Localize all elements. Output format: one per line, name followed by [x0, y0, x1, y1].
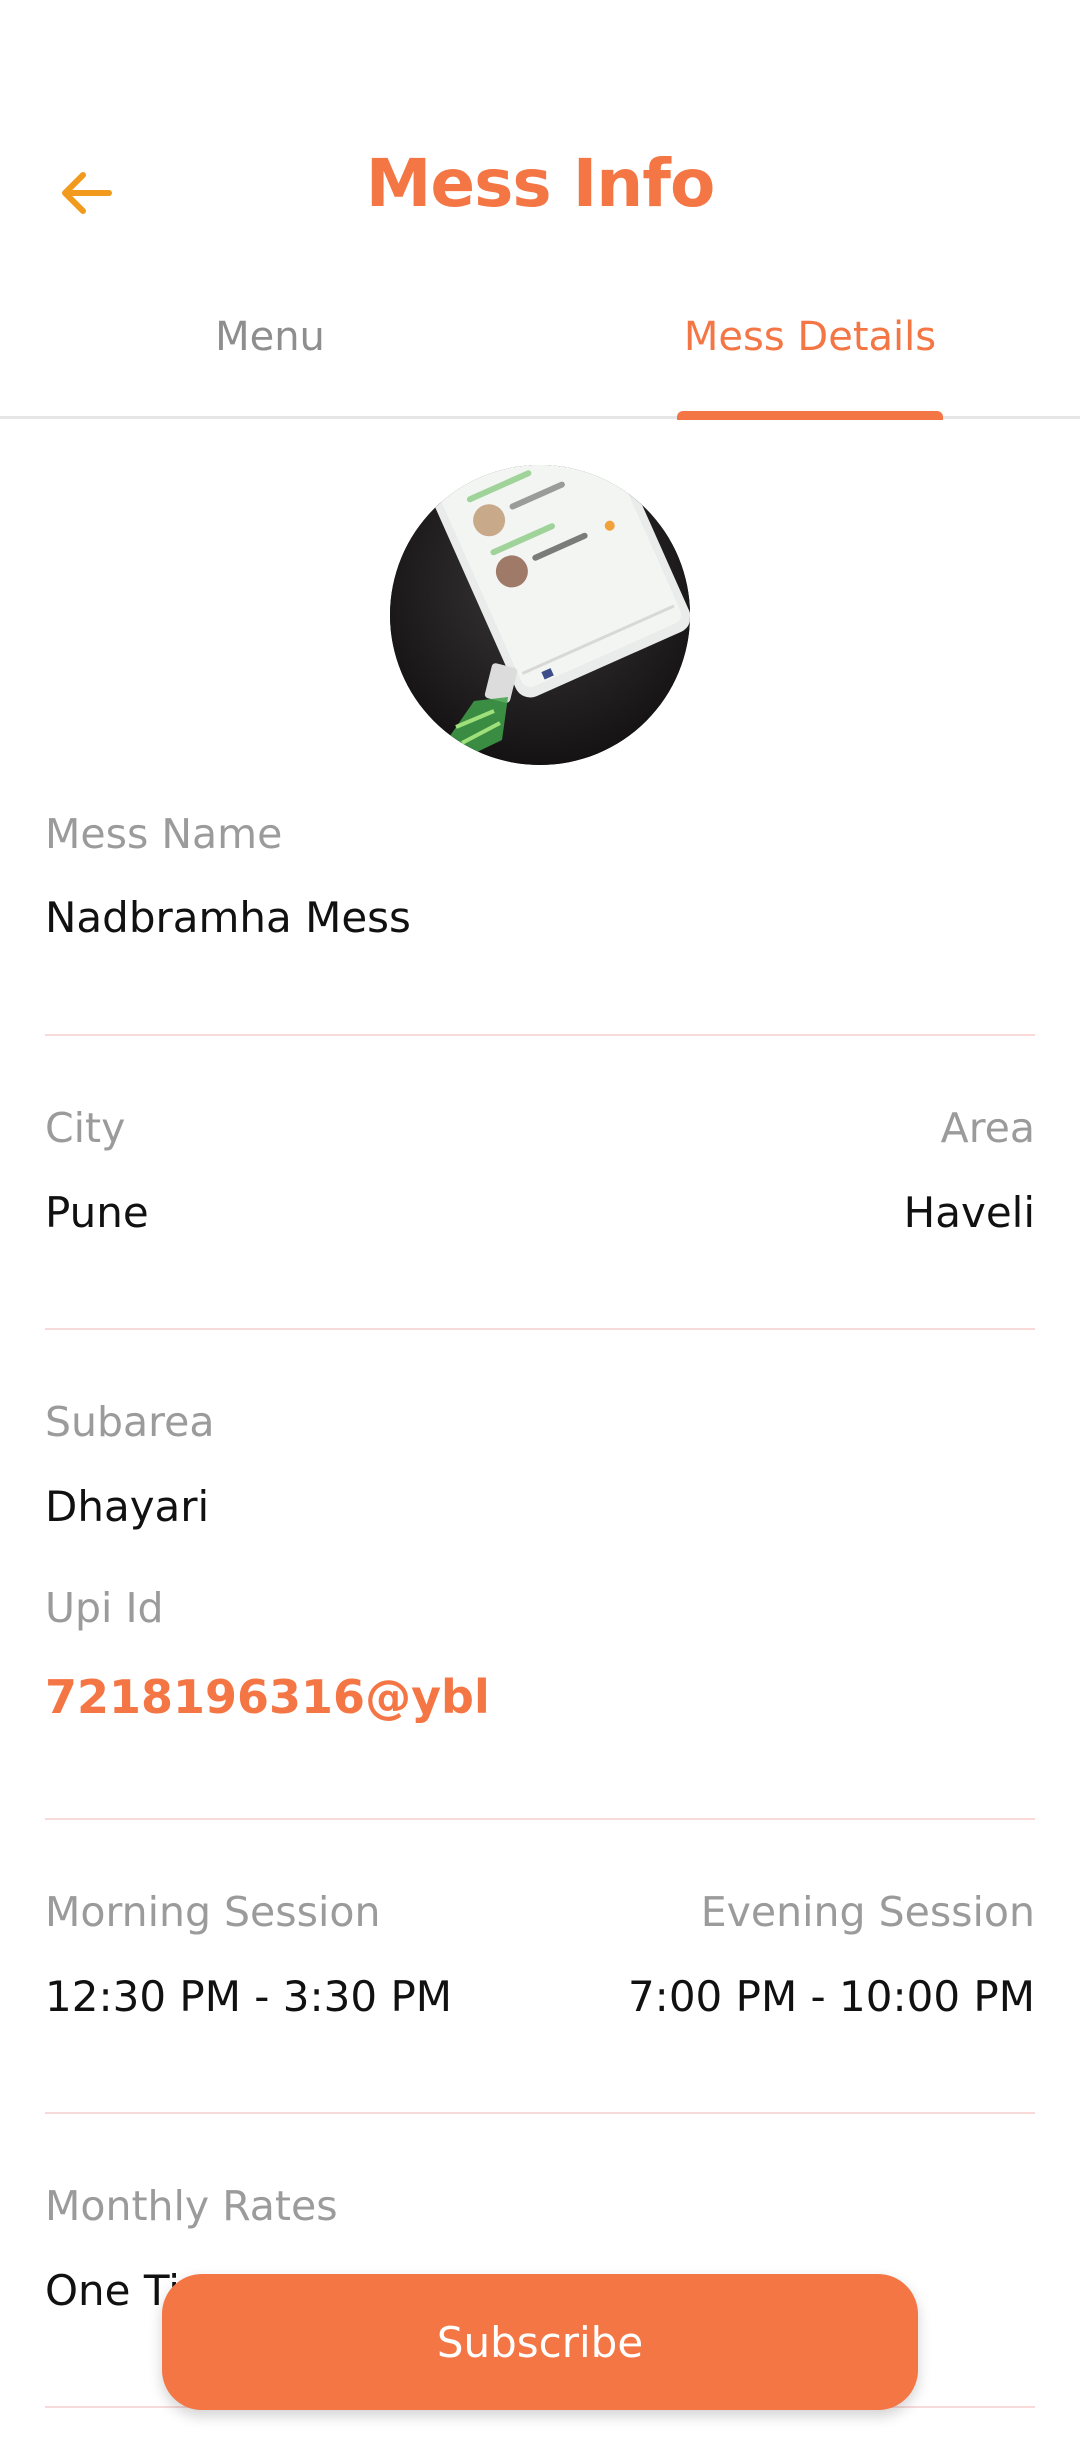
tab-bar: Menu Mess Details [0, 300, 1080, 420]
mess-photo [390, 465, 690, 765]
page-title: Mess Info [365, 145, 716, 222]
subarea-value: Dhayari [45, 1482, 210, 1531]
mess-photo-image [390, 465, 690, 765]
divider [45, 2112, 1035, 2114]
tab-mess-details[interactable]: Mess Details [540, 300, 1080, 420]
subarea-label: Subarea [45, 1398, 215, 1446]
upi-label: Upi Id [45, 1584, 164, 1632]
divider [45, 1034, 1035, 1036]
mess-name-label: Mess Name [45, 810, 283, 858]
divider [45, 1818, 1035, 1820]
subscribe-button[interactable]: Subscribe [162, 2274, 918, 2410]
active-tab-indicator [677, 411, 943, 420]
divider [45, 1328, 1035, 1330]
morning-session-label: Morning Session [45, 1888, 381, 1936]
tab-menu[interactable]: Menu [0, 300, 540, 420]
evening-session-label: Evening Session [700, 1888, 1035, 1936]
city-value: Pune [45, 1188, 149, 1237]
area-label: Area [940, 1104, 1035, 1152]
morning-session-value: 12:30 PM - 3:30 PM [45, 1972, 453, 2021]
city-label: City [45, 1104, 126, 1152]
evening-session-value: 7:00 PM - 10:00 PM [627, 1972, 1035, 2021]
monthly-rates-label: Monthly Rates [45, 2182, 338, 2230]
mess-name-value: Nadbramha Mess [45, 893, 411, 942]
monthly-rates-value: One Ti [45, 2266, 180, 2315]
area-value: Haveli [903, 1188, 1035, 1237]
upi-value[interactable]: 7218196316@ybl [45, 1670, 490, 1724]
mess-info-screen: Mess Info Menu Mess Details Mess Name Na… [0, 0, 1080, 2460]
